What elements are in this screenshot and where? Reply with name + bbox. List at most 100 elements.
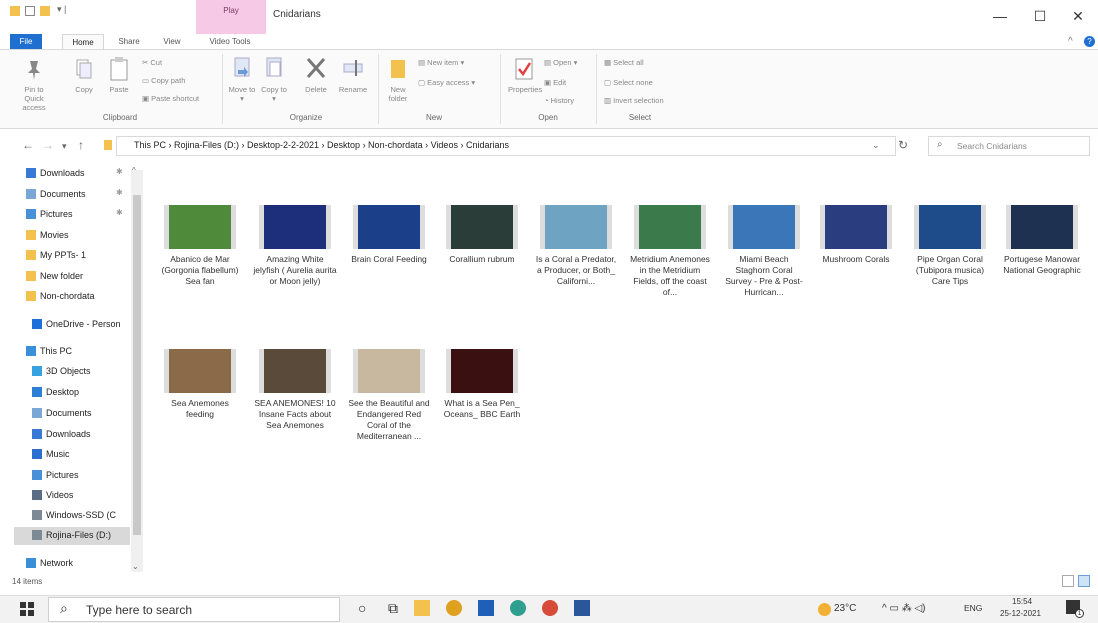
sidebar-item[interactable]: Documents bbox=[32, 405, 92, 421]
invert-selection-button[interactable]: ▥ Invert selection bbox=[604, 96, 664, 105]
breadcrumb[interactable]: This PC › Rojina-Files (D:) › Desktop-2-… bbox=[134, 140, 509, 150]
address-dropdown-icon[interactable]: ⌄ bbox=[872, 140, 880, 151]
video-thumbnail[interactable] bbox=[540, 205, 612, 249]
sidebar-item[interactable]: Downloads bbox=[32, 426, 91, 442]
up-arrow-icon[interactable]: ↑ bbox=[78, 138, 84, 152]
file-name[interactable]: Portugese Manowar National Geographic bbox=[1000, 254, 1084, 276]
file-name[interactable]: Brain Coral Feeding bbox=[347, 254, 431, 265]
tray-icons[interactable]: ^ ▭ ⁂ ◁) bbox=[882, 603, 926, 614]
sidebar-item[interactable]: Downloads bbox=[26, 165, 85, 181]
maximize-button[interactable]: ☐ bbox=[1030, 8, 1050, 25]
sidebar-item[interactable]: Non-chordata bbox=[26, 288, 95, 304]
move-to-button[interactable]: Move to ▾ bbox=[228, 56, 256, 103]
sidebar-item[interactable]: OneDrive - Person bbox=[32, 316, 121, 332]
video-thumbnail[interactable] bbox=[728, 205, 800, 249]
file-name[interactable]: Metridium Anemones in the Metridium Fiel… bbox=[628, 254, 712, 298]
sidebar-item[interactable]: My PPTs- 1 bbox=[26, 247, 86, 263]
clock-time[interactable]: 15:54 bbox=[1012, 597, 1032, 606]
file-name[interactable]: What is a Sea Pen_ Oceans_ BBC Earth bbox=[440, 398, 524, 420]
copy-to-button[interactable]: Copy to ▾ bbox=[260, 56, 288, 103]
new-item-button[interactable]: ▤ New item ▾ bbox=[418, 58, 464, 67]
weather-temp[interactable]: 23°C bbox=[834, 603, 856, 614]
video-thumbnail[interactable] bbox=[634, 205, 706, 249]
sidebar-item[interactable]: Desktop bbox=[32, 384, 79, 400]
back-arrow-icon[interactable]: ← bbox=[22, 138, 34, 152]
word-icon[interactable] bbox=[574, 600, 590, 616]
copy-button[interactable]: Copy bbox=[72, 58, 96, 94]
video-thumbnail[interactable] bbox=[1006, 205, 1078, 249]
file-name[interactable]: Pipe Organ Coral (Tubipora musica) Care … bbox=[908, 254, 992, 287]
sidebar-item[interactable]: 3D Objects bbox=[32, 363, 91, 379]
chrome-canary-icon[interactable] bbox=[542, 600, 558, 616]
video-thumbnail[interactable] bbox=[914, 205, 986, 249]
sidebar-item[interactable]: Pictures bbox=[32, 467, 79, 483]
tab-video-tools[interactable]: Video Tools bbox=[200, 34, 260, 49]
video-thumbnail[interactable] bbox=[820, 205, 892, 249]
file-name[interactable]: Is a Coral a Predator, a Producer, or Bo… bbox=[534, 254, 618, 287]
video-thumbnail[interactable] bbox=[259, 205, 331, 249]
video-thumbnail[interactable] bbox=[446, 349, 518, 393]
sidebar-item[interactable]: Videos bbox=[32, 487, 73, 503]
video-thumbnail[interactable] bbox=[164, 205, 236, 249]
file-name[interactable]: Abanico de Mar (Gorgonia flabellum) Sea … bbox=[158, 254, 242, 287]
minimize-button[interactable]: — bbox=[990, 8, 1010, 24]
new-folder-icon[interactable] bbox=[40, 6, 50, 16]
properties-icon[interactable] bbox=[25, 6, 35, 16]
quick-access-dropdown-icon[interactable]: ▾ | bbox=[57, 4, 66, 15]
history-button[interactable]: ◔ History bbox=[544, 96, 574, 105]
sidebar-item[interactable]: Rojina-Files (D:) bbox=[32, 527, 111, 543]
sidebar-item[interactable]: Pictures bbox=[26, 206, 73, 222]
video-thumbnail[interactable] bbox=[353, 205, 425, 249]
cortana-icon[interactable]: ○ bbox=[358, 600, 366, 616]
tab-file[interactable]: File bbox=[10, 34, 42, 49]
rename-button[interactable]: Rename bbox=[336, 56, 370, 94]
file-name[interactable]: SEA ANEMONES! 10 Insane Facts about Sea … bbox=[253, 398, 337, 431]
scroll-down-icon[interactable]: ⌄ bbox=[132, 562, 139, 571]
store-icon[interactable] bbox=[478, 600, 494, 616]
sidebar-item[interactable]: Network bbox=[26, 555, 73, 571]
recent-locations-icon[interactable]: ▾ bbox=[62, 141, 67, 152]
edge-icon[interactable] bbox=[510, 600, 526, 616]
details-view-icon[interactable] bbox=[1062, 575, 1074, 587]
properties-button[interactable]: Properties bbox=[508, 56, 542, 94]
cut-button[interactable]: ✂ Cut bbox=[142, 58, 162, 67]
select-none-button[interactable]: ▢ Select none bbox=[604, 78, 653, 87]
video-thumbnail[interactable] bbox=[164, 349, 236, 393]
close-button[interactable]: ✕ bbox=[1068, 8, 1088, 25]
file-explorer-icon[interactable] bbox=[414, 600, 430, 616]
task-view-icon[interactable]: ⧉ bbox=[388, 600, 398, 617]
sidebar-item[interactable]: Music bbox=[32, 446, 70, 462]
file-name[interactable]: Corallium rubrum bbox=[440, 254, 524, 265]
delete-button[interactable]: Delete bbox=[300, 56, 332, 94]
easy-access-button[interactable]: ▢ Easy access ▾ bbox=[418, 78, 475, 87]
video-thumbnail[interactable] bbox=[353, 349, 425, 393]
tab-view[interactable]: View bbox=[156, 34, 188, 49]
paste-shortcut-button[interactable]: ▣ Paste shortcut bbox=[142, 94, 199, 103]
pin-quick-access-button[interactable]: Pin to Quick access bbox=[14, 58, 54, 112]
sidebar-item[interactable]: Movies bbox=[26, 227, 69, 243]
file-name[interactable]: Sea Anemones feeding bbox=[158, 398, 242, 420]
refresh-icon[interactable]: ↻ bbox=[898, 138, 908, 152]
scroll-up-icon[interactable]: ^ bbox=[132, 166, 136, 175]
copy-path-button[interactable]: ▭ Copy path bbox=[142, 76, 185, 85]
file-name[interactable]: Mushroom Corals bbox=[814, 254, 898, 265]
edit-button[interactable]: ▣ Edit bbox=[544, 78, 566, 87]
large-icons-view-icon[interactable] bbox=[1078, 575, 1090, 587]
collapse-ribbon-icon[interactable]: ^ bbox=[1068, 36, 1073, 47]
tab-share[interactable]: Share bbox=[112, 34, 146, 49]
video-thumbnail[interactable] bbox=[446, 205, 518, 249]
sidebar-scrollbar-thumb[interactable] bbox=[133, 195, 141, 535]
windows-start-icon[interactable] bbox=[20, 602, 34, 616]
help-icon[interactable]: ? bbox=[1084, 36, 1095, 47]
sidebar-item[interactable]: This PC bbox=[26, 343, 72, 359]
clock-date[interactable]: 25-12-2021 bbox=[1000, 609, 1041, 618]
select-all-button[interactable]: ▦ Select all bbox=[604, 58, 644, 67]
forward-arrow-icon[interactable]: → bbox=[42, 138, 54, 152]
sidebar-item[interactable]: Documents bbox=[26, 186, 86, 202]
file-name[interactable]: See the Beautiful and Endangered Red Cor… bbox=[347, 398, 431, 442]
file-name[interactable]: Amazing White jelyfish ( Aurelia aurita … bbox=[253, 254, 337, 287]
new-folder-button[interactable]: New folder bbox=[384, 56, 412, 103]
sidebar-item[interactable]: Windows-SSD (C bbox=[32, 507, 116, 523]
paste-button[interactable]: Paste bbox=[104, 56, 134, 94]
video-thumbnail[interactable] bbox=[259, 349, 331, 393]
